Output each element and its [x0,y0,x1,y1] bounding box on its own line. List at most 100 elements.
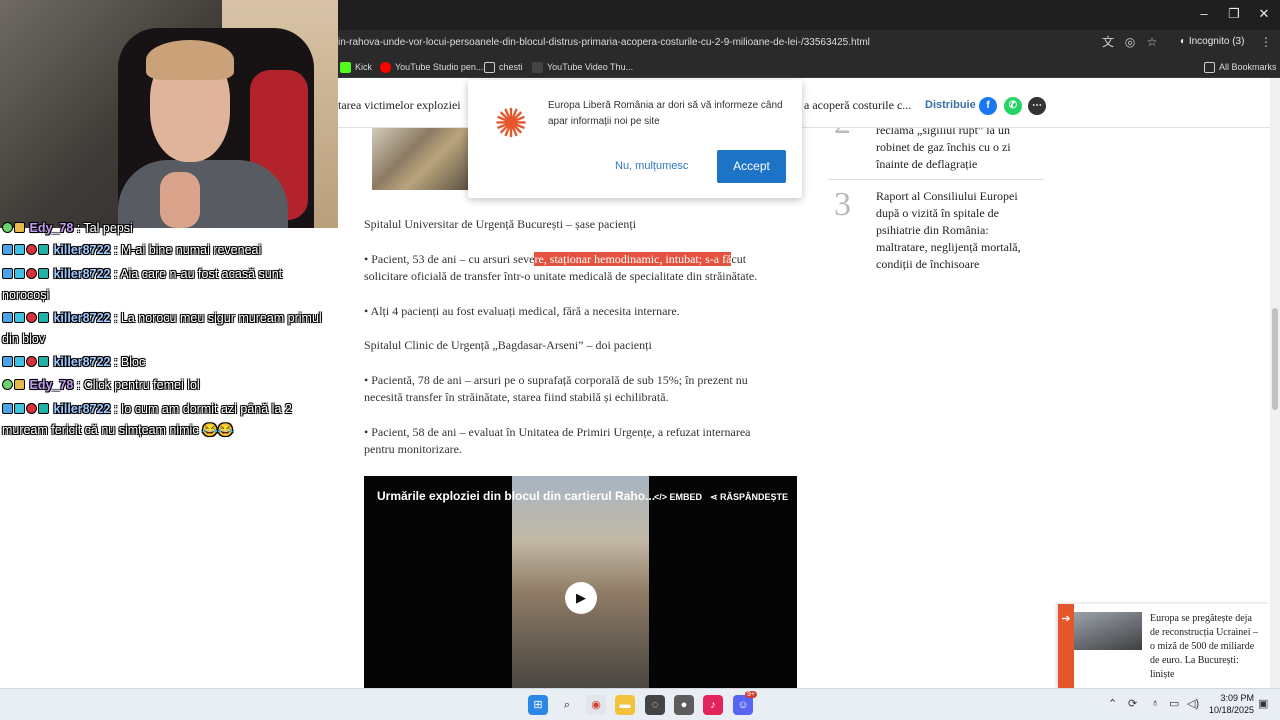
popup-line: liniște [1150,669,1175,680]
chat-message: killer8722 : M-ai bine numai reveneai [2,240,332,261]
chat-message: killer8722 : Bloc [2,352,332,373]
video-title: Urmările exploziei din blocul din cartie… [377,489,656,503]
notification-icon[interactable]: ▣ [1258,697,1268,710]
search-icon[interactable]: ⌕ [557,695,577,715]
webcam-overlay [0,0,338,228]
sticky-title-left[interactable]: tarea victimelor exploziei [338,98,461,113]
close-button[interactable]: ✕ [1254,6,1274,22]
app-icon[interactable]: ◌ [645,695,665,715]
address-bar[interactable]: in-rahova-unde-vor-locui-persoanele-din-… [338,32,1098,54]
bookmark-star-icon[interactable]: ☆ [1144,34,1160,50]
patient-1-text: • Pacient, 53 de ani – cu arsuri seve [364,252,535,266]
page-scrollbar[interactable] [1270,78,1280,688]
incognito-indicator[interactable]: ◐ Incognito (3) [1180,34,1244,50]
chat-text: : Bloc [113,355,146,369]
recommended-popup[interactable]: ➔ Europa se pregătește deja de reconstru… [1058,604,1270,688]
restore-button[interactable]: ❐ [1224,6,1244,22]
share-video-button[interactable]: ⋖ RĂSPÂNDEȘTE [710,492,788,503]
popup-thumbnail [1074,612,1142,650]
microphone-icon[interactable]: ♁ [1151,697,1159,709]
scroll-thumb[interactable] [1272,308,1278,410]
hospital-heading-2: Spitalul Clinic de Urgență „Bagdasar-Ars… [364,338,652,352]
sidebar-item-3[interactable]: Raport al Consiliului Europei după o viz… [876,188,1056,273]
chat-message: Edy_78 : Click pentru femei lol [2,375,332,396]
tiktok-icon[interactable]: ♪ [703,695,723,715]
chat-message: Edy_78 : Tal pepsi [2,218,332,239]
badge-icon [2,244,13,255]
badge-icon [38,312,49,323]
discord-badge: 9+ [745,691,757,698]
badge-icon [38,403,49,414]
more-share-icon[interactable]: ⋯ [1028,97,1046,115]
sidebar-line: psihiatrie din România: [876,223,989,237]
menu-icon[interactable]: ⋮ [1258,34,1274,50]
badge-icon [2,356,13,367]
incognito-label: Incognito (3) [1188,36,1245,47]
bookmark-label: YouTube Video Thu... [547,62,634,72]
arrow-icon[interactable]: ➔ [1058,604,1074,688]
accept-button[interactable]: Accept [717,150,786,183]
bookmark-folder-chesti[interactable]: chesti [484,60,523,74]
chat-text: : Click pentru femei lol [76,378,200,392]
badge-icon [2,222,13,233]
chevron-up-icon[interactable]: ⌃ [1108,697,1117,710]
sidebar-line: robinet de gaz închis cu o zi [876,140,1011,154]
badge-icon [14,356,25,367]
all-bookmarks-label: All Bookmarks [1219,62,1277,72]
chat-message: killer8722 : La norocu meu sigur muream … [2,308,332,350]
translate-icon[interactable]: 文 [1100,34,1116,50]
bookmark-youtube-studio[interactable]: YouTube Studio pen... [380,60,483,74]
badge-icon [26,356,37,367]
popup-headline: Europa se pregătește deja de reconstrucț… [1150,612,1268,682]
chat-text: : Tal pepsi [76,221,133,235]
badge-icon [26,312,37,323]
sync-icon[interactable]: ⟳ [1128,697,1137,710]
facebook-icon[interactable]: f [979,97,997,115]
selected-text[interactable]: re, staționar hemodinamic, intubat; s-a … [534,252,732,266]
whatsapp-icon[interactable]: ✆ [1004,97,1022,115]
chat-text: : La norocu meu sigur muream primul din … [2,311,322,346]
badge-icon [38,244,49,255]
share-label: Distribuie [925,99,976,111]
file-explorer-icon[interactable]: ▬ [615,695,635,715]
play-icon[interactable]: ▶ [565,582,597,614]
decline-button[interactable]: Nu, mulțumesc [615,160,688,172]
patient-3-line-2: necesită transfer în străinătate, starea… [364,390,669,404]
volume-icon[interactable]: ◁) [1187,697,1199,710]
obs-icon[interactable]: ● [674,695,694,715]
notification-message: Europa Liberă România ar dori să vă info… [548,100,783,127]
popup-line: o miză de 500 de miliarde [1150,641,1255,652]
sticky-title-right[interactable]: a acoperă costurile c... [804,98,911,113]
patient-4: • Pacient, 58 de ani – evaluat în Unitat… [364,425,751,439]
bookmark-label: YouTube Studio pen... [395,62,484,72]
patient-3: • Pacientă, 78 de ani – arsuri pe o supr… [364,373,748,387]
patient-1-text-end: cut [731,252,747,266]
sidebar-item-2[interactable]: reclamă „sigiliul rupt” la un robinet de… [876,122,1056,173]
chat-username: killer8722 [53,311,111,325]
bookmark-kick[interactable]: Kick [340,60,372,74]
notification-prompt: ✺ Europa Liberă România ar dori să vă in… [468,80,802,198]
clock[interactable]: 3:09 PM 10/18/2025 [1206,692,1254,716]
popup-line: de euro. La București: [1150,655,1239,666]
rfe-logo-icon: ✺ [494,102,528,146]
rank-3: 3 [834,186,851,223]
chrome-icon[interactable]: ◉ [586,695,606,715]
sidebar-line: Raport al Consiliului Europei [876,189,1018,203]
start-icon[interactable]: ⊞ [528,695,548,715]
badge-icon [2,403,13,414]
badge-icon [14,379,25,390]
embed-button[interactable]: </> EMBED [654,492,702,502]
network-icon[interactable]: ▭ [1169,697,1179,710]
discord-icon[interactable]: ☺ [733,695,753,715]
chat-username: killer8722 [53,355,111,369]
badge-icon [2,312,13,323]
site-icon [532,61,543,73]
badge-icon [38,356,49,367]
eye-off-icon[interactable]: ◎ [1122,34,1138,50]
all-bookmarks[interactable]: All Bookmarks [1204,60,1277,74]
article-thumbnail[interactable] [372,124,468,190]
minimize-button[interactable]: – [1194,6,1214,21]
patient-1: • Pacient, 53 de ani – cu arsuri severe,… [364,251,746,268]
bookmark-youtube-thumb[interactable]: YouTube Video Thu... [532,60,633,74]
video-player[interactable]: Urmările exploziei din blocul din cartie… [364,476,797,688]
